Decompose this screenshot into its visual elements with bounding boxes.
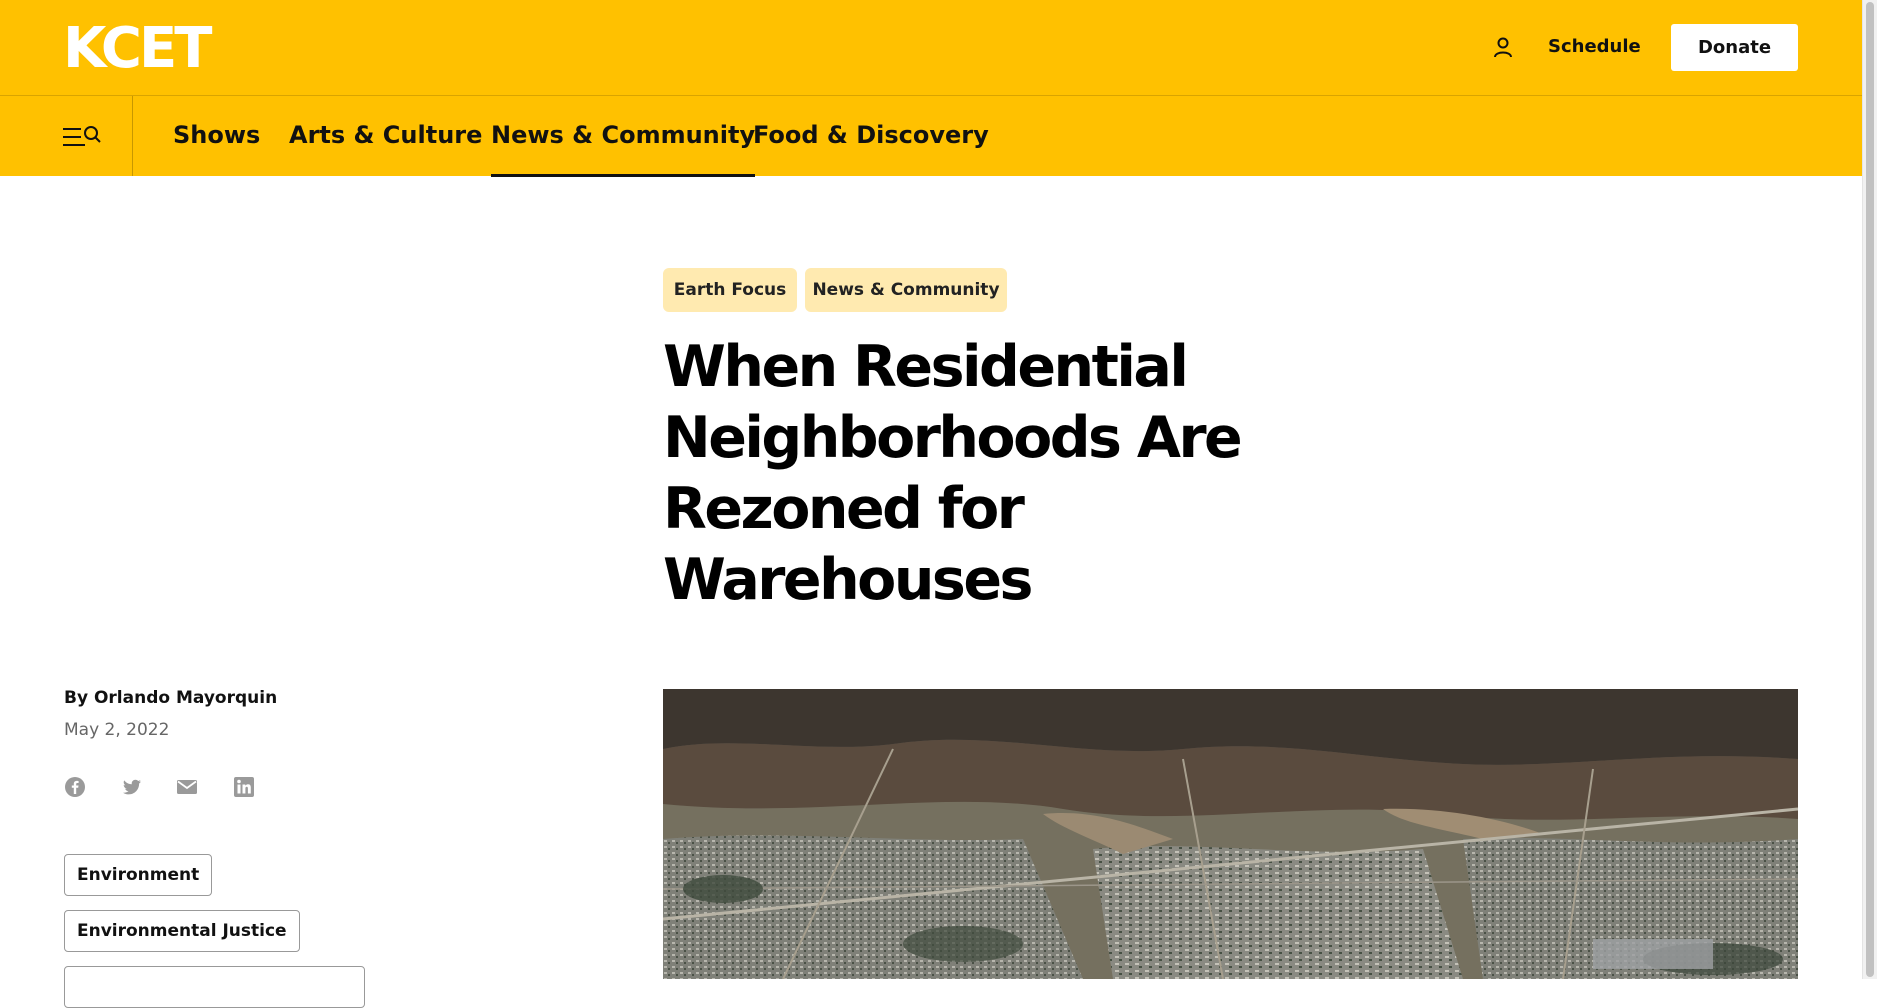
schedule-link[interactable]: Schedule	[1548, 36, 1641, 58]
linkedin-icon[interactable]	[233, 776, 255, 798]
main-nav: Shows Arts & Culture News & Community Fo…	[0, 96, 1862, 177]
title-line: Neighborhoods Are	[663, 405, 1243, 471]
menu-search-icon	[63, 126, 101, 146]
title-line: When Residential	[663, 334, 1189, 400]
title-line: Warehouses	[663, 547, 1033, 613]
topic-tag-environmental-justice[interactable]: Environmental Justice	[64, 910, 300, 952]
menu-search-button[interactable]	[0, 96, 133, 176]
email-icon[interactable]	[176, 776, 198, 798]
donate-button[interactable]: Donate	[1671, 24, 1798, 71]
site-header: KCET Schedule Donate	[0, 0, 1862, 96]
twitter-icon[interactable]	[121, 776, 143, 798]
topic-tag-partial[interactable]	[64, 966, 365, 1008]
topic-tag-environment[interactable]: Environment	[64, 854, 213, 896]
category-tag-news-community[interactable]: News & Community	[805, 268, 1007, 312]
nav-item-news-community[interactable]: News & Community	[491, 120, 756, 177]
scrollbar-thumb[interactable]	[1866, 2, 1874, 977]
title-line: Rezoned for	[663, 476, 1025, 542]
nav-item-arts-culture[interactable]: Arts & Culture	[289, 120, 482, 150]
page-scrollbar[interactable]	[1862, 0, 1877, 979]
user-account-icon[interactable]	[1492, 36, 1514, 58]
facebook-icon[interactable]	[64, 776, 86, 798]
nav-item-food-discovery[interactable]: Food & Discovery	[753, 120, 989, 150]
article-date: May 2, 2022	[64, 720, 170, 740]
aerial-photo	[663, 689, 1798, 979]
article-title: When Residential Neighborhoods Are Rezon…	[663, 332, 1263, 616]
article-hero-image	[663, 689, 1798, 979]
nav-item-shows[interactable]: Shows	[173, 120, 260, 150]
article-byline[interactable]: By Orlando Mayorquin	[64, 688, 277, 708]
kcet-logo[interactable]: KCET	[63, 21, 212, 77]
category-tag-earth-focus[interactable]: Earth Focus	[663, 268, 797, 312]
